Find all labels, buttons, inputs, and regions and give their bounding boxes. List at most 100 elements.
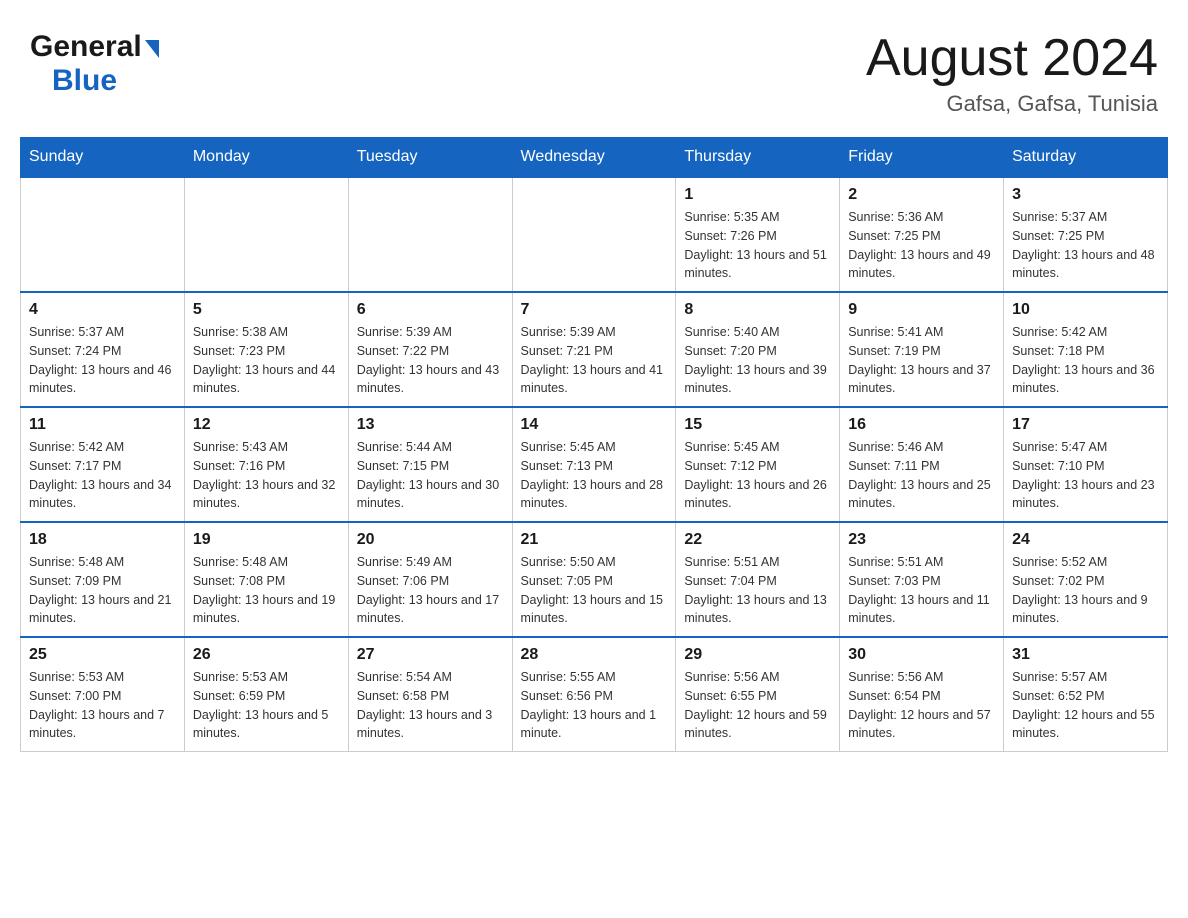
calendar-cell bbox=[512, 177, 676, 292]
week-row-5: 25 Sunrise: 5:53 AM Sunset: 7:00 PM Dayli… bbox=[21, 637, 1168, 752]
day-number: 10 bbox=[1012, 301, 1159, 319]
calendar-header-saturday: Saturday bbox=[1004, 138, 1168, 178]
day-info: Sunrise: 5:40 AM Sunset: 7:20 PM Dayligh… bbox=[684, 323, 831, 398]
calendar-cell: 13Sunrise: 5:44 AM Sunset: 7:15 PM Dayli… bbox=[348, 407, 512, 522]
calendar-cell: 20 Sunrise: 5:49 AM Sunset: 7:06 PM Dayli… bbox=[348, 522, 512, 637]
day-number: 21 bbox=[521, 531, 668, 549]
day-number: 23 bbox=[848, 531, 995, 549]
calendar-cell: 14 Sunrise: 5:45 AM Sunset: 7:13 PM Dayli… bbox=[512, 407, 676, 522]
day-info: Sunrise: 5:36 AM Sunset: 7:25 PM Dayligh… bbox=[848, 208, 995, 283]
calendar-cell: 1 Sunrise: 5:35 AM Sunset: 7:26 PM Daylig… bbox=[676, 177, 840, 292]
calendar-cell: 9Sunrise: 5:41 AM Sunset: 7:19 PM Daylig… bbox=[840, 292, 1004, 407]
day-info: Sunrise: 5:57 AM Sunset: 6:52 PM Dayligh… bbox=[1012, 668, 1159, 743]
calendar-cell: 26Sunrise: 5:53 AM Sunset: 6:59 PM Dayli… bbox=[184, 637, 348, 752]
calendar-cell: 27 Sunrise: 5:54 AM Sunset: 6:58 PM Dayli… bbox=[348, 637, 512, 752]
calendar-cell: 21 Sunrise: 5:50 AM Sunset: 7:05 PM Dayli… bbox=[512, 522, 676, 637]
month-title: August 2024 bbox=[866, 30, 1158, 87]
week-row-1: 1 Sunrise: 5:35 AM Sunset: 7:26 PM Daylig… bbox=[21, 177, 1168, 292]
day-info: Sunrise: 5:56 AM Sunset: 6:55 PM Dayligh… bbox=[684, 668, 831, 743]
day-number: 28 bbox=[521, 646, 668, 664]
day-info: Sunrise: 5:55 AM Sunset: 6:56 PM Dayligh… bbox=[521, 668, 668, 743]
day-number: 17 bbox=[1012, 416, 1159, 434]
day-number: 27 bbox=[357, 646, 504, 664]
calendar-header-friday: Friday bbox=[840, 138, 1004, 178]
page-header: General Blue August 2024 Gafsa, Gafsa, T… bbox=[20, 20, 1168, 117]
day-info: Sunrise: 5:35 AM Sunset: 7:26 PM Dayligh… bbox=[684, 208, 831, 283]
day-number: 14 bbox=[521, 416, 668, 434]
calendar-cell: 5 Sunrise: 5:38 AM Sunset: 7:23 PM Daylig… bbox=[184, 292, 348, 407]
day-number: 25 bbox=[29, 646, 176, 664]
day-info: Sunrise: 5:49 AM Sunset: 7:06 PM Dayligh… bbox=[357, 553, 504, 628]
day-number: 4 bbox=[29, 301, 176, 319]
calendar-cell: 31Sunrise: 5:57 AM Sunset: 6:52 PM Dayli… bbox=[1004, 637, 1168, 752]
day-number: 30 bbox=[848, 646, 995, 664]
calendar-cell: 12 Sunrise: 5:43 AM Sunset: 7:16 PM Dayli… bbox=[184, 407, 348, 522]
day-info: Sunrise: 5:43 AM Sunset: 7:16 PM Dayligh… bbox=[193, 438, 340, 513]
calendar-cell: 16Sunrise: 5:46 AM Sunset: 7:11 PM Dayli… bbox=[840, 407, 1004, 522]
day-info: Sunrise: 5:52 AM Sunset: 7:02 PM Dayligh… bbox=[1012, 553, 1159, 628]
location-text: Gafsa, Gafsa, Tunisia bbox=[866, 91, 1158, 117]
calendar-cell: 23 Sunrise: 5:51 AM Sunset: 7:03 PM Dayli… bbox=[840, 522, 1004, 637]
day-number: 2 bbox=[848, 186, 995, 204]
day-number: 1 bbox=[684, 186, 831, 204]
day-info: Sunrise: 5:42 AM Sunset: 7:18 PM Dayligh… bbox=[1012, 323, 1159, 398]
day-info: Sunrise: 5:39 AM Sunset: 7:22 PM Dayligh… bbox=[357, 323, 504, 398]
day-number: 13 bbox=[357, 416, 504, 434]
day-info: Sunrise: 5:54 AM Sunset: 6:58 PM Dayligh… bbox=[357, 668, 504, 743]
calendar-header-row: SundayMondayTuesdayWednesdayThursdayFrid… bbox=[21, 138, 1168, 178]
week-row-3: 11 Sunrise: 5:42 AM Sunset: 7:17 PM Dayli… bbox=[21, 407, 1168, 522]
calendar-cell: 24Sunrise: 5:52 AM Sunset: 7:02 PM Dayli… bbox=[1004, 522, 1168, 637]
day-number: 22 bbox=[684, 531, 831, 549]
day-number: 19 bbox=[193, 531, 340, 549]
calendar-cell bbox=[184, 177, 348, 292]
logo-triangle-icon bbox=[145, 40, 159, 58]
day-info: Sunrise: 5:48 AM Sunset: 7:08 PM Dayligh… bbox=[193, 553, 340, 628]
day-info: Sunrise: 5:53 AM Sunset: 6:59 PM Dayligh… bbox=[193, 668, 340, 743]
calendar-header-tuesday: Tuesday bbox=[348, 138, 512, 178]
calendar-cell: 4Sunrise: 5:37 AM Sunset: 7:24 PM Daylig… bbox=[21, 292, 185, 407]
day-number: 11 bbox=[29, 416, 176, 434]
calendar-cell: 22 Sunrise: 5:51 AM Sunset: 7:04 PM Dayli… bbox=[676, 522, 840, 637]
day-number: 12 bbox=[193, 416, 340, 434]
calendar-cell: 11 Sunrise: 5:42 AM Sunset: 7:17 PM Dayli… bbox=[21, 407, 185, 522]
day-info: Sunrise: 5:47 AM Sunset: 7:10 PM Dayligh… bbox=[1012, 438, 1159, 513]
day-number: 16 bbox=[848, 416, 995, 434]
calendar-cell bbox=[21, 177, 185, 292]
calendar-cell bbox=[348, 177, 512, 292]
day-number: 18 bbox=[29, 531, 176, 549]
day-info: Sunrise: 5:41 AM Sunset: 7:19 PM Dayligh… bbox=[848, 323, 995, 398]
day-info: Sunrise: 5:39 AM Sunset: 7:21 PM Dayligh… bbox=[521, 323, 668, 398]
day-info: Sunrise: 5:51 AM Sunset: 7:04 PM Dayligh… bbox=[684, 553, 831, 628]
logo-general-text: General bbox=[30, 30, 142, 64]
day-info: Sunrise: 5:45 AM Sunset: 7:13 PM Dayligh… bbox=[521, 438, 668, 513]
calendar-cell: 3 Sunrise: 5:37 AM Sunset: 7:25 PM Daylig… bbox=[1004, 177, 1168, 292]
calendar-header-wednesday: Wednesday bbox=[512, 138, 676, 178]
calendar-table: SundayMondayTuesdayWednesdayThursdayFrid… bbox=[20, 137, 1168, 752]
calendar-cell: 7 Sunrise: 5:39 AM Sunset: 7:21 PM Daylig… bbox=[512, 292, 676, 407]
calendar-cell: 6Sunrise: 5:39 AM Sunset: 7:22 PM Daylig… bbox=[348, 292, 512, 407]
calendar-header-monday: Monday bbox=[184, 138, 348, 178]
calendar-cell: 17 Sunrise: 5:47 AM Sunset: 7:10 PM Dayli… bbox=[1004, 407, 1168, 522]
day-info: Sunrise: 5:50 AM Sunset: 7:05 PM Dayligh… bbox=[521, 553, 668, 628]
day-info: Sunrise: 5:51 AM Sunset: 7:03 PM Dayligh… bbox=[848, 553, 995, 628]
day-info: Sunrise: 5:38 AM Sunset: 7:23 PM Dayligh… bbox=[193, 323, 340, 398]
logo: General Blue bbox=[30, 30, 159, 98]
day-number: 20 bbox=[357, 531, 504, 549]
title-area: August 2024 Gafsa, Gafsa, Tunisia bbox=[866, 30, 1158, 117]
logo-blue-text: Blue bbox=[30, 64, 117, 97]
day-info: Sunrise: 5:37 AM Sunset: 7:25 PM Dayligh… bbox=[1012, 208, 1159, 283]
day-number: 7 bbox=[521, 301, 668, 319]
day-number: 5 bbox=[193, 301, 340, 319]
day-number: 8 bbox=[684, 301, 831, 319]
calendar-cell: 2 Sunrise: 5:36 AM Sunset: 7:25 PM Daylig… bbox=[840, 177, 1004, 292]
calendar-cell: 8 Sunrise: 5:40 AM Sunset: 7:20 PM Daylig… bbox=[676, 292, 840, 407]
day-number: 3 bbox=[1012, 186, 1159, 204]
day-info: Sunrise: 5:48 AM Sunset: 7:09 PM Dayligh… bbox=[29, 553, 176, 628]
day-info: Sunrise: 5:45 AM Sunset: 7:12 PM Dayligh… bbox=[684, 438, 831, 513]
calendar-cell: 10 Sunrise: 5:42 AM Sunset: 7:18 PM Dayli… bbox=[1004, 292, 1168, 407]
day-info: Sunrise: 5:53 AM Sunset: 7:00 PM Dayligh… bbox=[29, 668, 176, 743]
week-row-4: 18 Sunrise: 5:48 AM Sunset: 7:09 PM Dayli… bbox=[21, 522, 1168, 637]
calendar-cell: 15Sunrise: 5:45 AM Sunset: 7:12 PM Dayli… bbox=[676, 407, 840, 522]
calendar-cell: 30Sunrise: 5:56 AM Sunset: 6:54 PM Dayli… bbox=[840, 637, 1004, 752]
day-info: Sunrise: 5:42 AM Sunset: 7:17 PM Dayligh… bbox=[29, 438, 176, 513]
